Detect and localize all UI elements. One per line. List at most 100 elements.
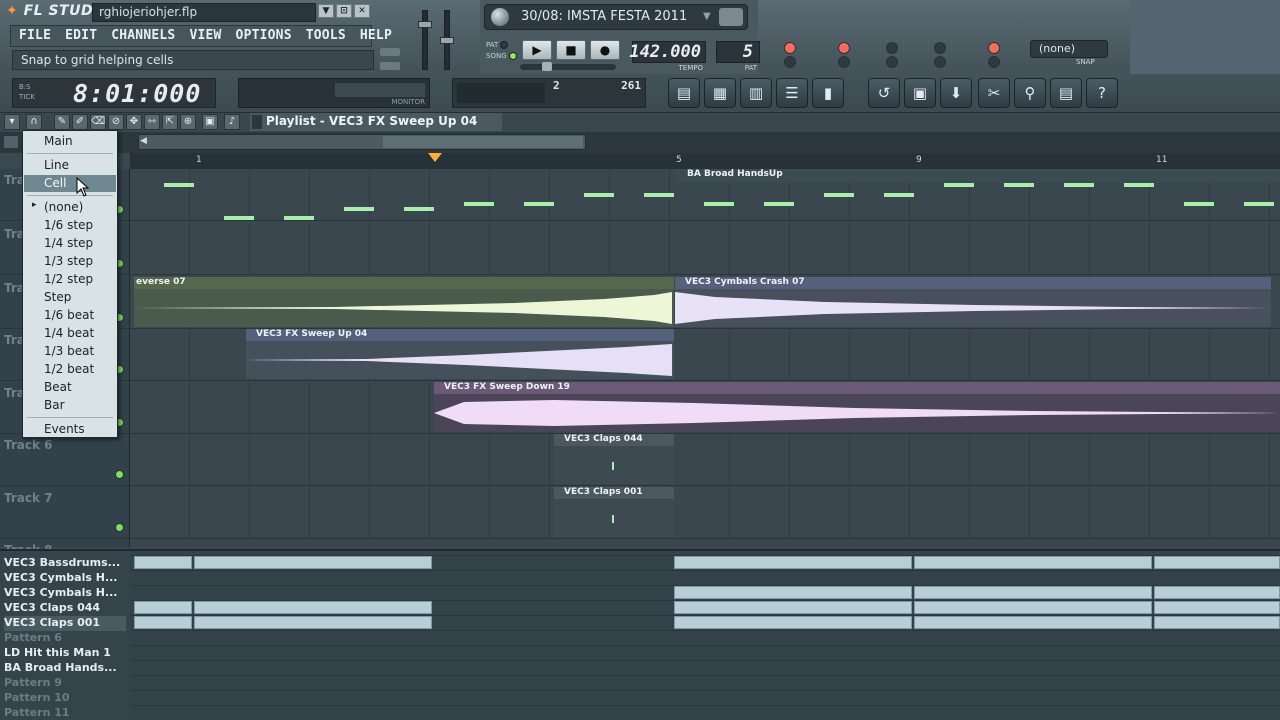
playhead-marker[interactable] [428,153,442,162]
menu-channels[interactable]: CHANNELS [103,26,181,46]
info-icon[interactable]: ▤ [1050,78,1082,108]
close-button[interactable]: ✕ [354,4,370,18]
pattern-block[interactable] [914,556,1152,569]
snap-selector[interactable]: (none) [1030,40,1108,58]
master-pitch-slider[interactable] [440,10,454,70]
pat-song-switch[interactable]: PAT SONG [486,40,517,62]
pattern-block[interactable] [1154,616,1280,629]
pattern-name[interactable]: VEC3 Claps 044 [4,601,100,616]
mixer-icon[interactable]: ▮ [812,78,844,108]
select-icon[interactable]: ⇱ [162,114,178,130]
option-led-6[interactable] [784,56,796,68]
pattern-block[interactable] [1154,556,1280,569]
pattern-block[interactable] [674,601,912,614]
menu-item-line[interactable]: Line [24,157,116,174]
note[interactable] [224,216,254,220]
pattern-number-display[interactable]: 5 PAT [716,41,760,72]
note[interactable] [164,183,194,187]
pattern-block[interactable] [914,586,1152,599]
track-header[interactable]: Track 7 [0,487,130,539]
menu-item-1-4-beat[interactable]: 1/4 beat [24,325,116,342]
track-lane[interactable] [130,487,1280,539]
volume-knob[interactable] [418,21,432,28]
menu-item-none[interactable]: ▸ (none) [24,199,116,216]
note[interactable] [1064,183,1094,187]
track-header[interactable]: Track 6 [0,434,130,486]
pattern-block[interactable] [914,616,1152,629]
song-position-clock[interactable]: B:S TICK 8:01:000 [12,78,216,108]
save-project-icon[interactable]: ▣ [904,78,936,108]
note[interactable] [944,183,974,187]
note[interactable] [824,193,854,197]
pattern-clip-claps-001[interactable]: VEC3 Claps 001 [554,487,674,537]
menu-file[interactable]: FILE [11,26,57,46]
pattern-block[interactable] [914,601,1152,614]
audio-clip-sweep-up[interactable]: VEC3 FX Sweep Up 04 [246,329,674,379]
note[interactable] [764,202,794,206]
note[interactable] [1244,202,1274,206]
menu-item-1-2-beat[interactable]: 1/2 beat [24,361,116,378]
track-lane[interactable] [130,223,1280,275]
menu-item-cell[interactable]: Cell [24,175,116,192]
help-icon[interactable]: ? [1086,78,1118,108]
pattern-name[interactable]: LD Hit this Man 1 [4,646,111,661]
note[interactable] [344,207,374,211]
master-volume-slider[interactable] [418,10,432,70]
pattern-block[interactable] [674,556,912,569]
record-button[interactable]: ● [590,40,620,60]
audio-clip-cymbals[interactable]: VEC3 Cymbals Crash 07 [675,277,1271,327]
pattern-name[interactable]: VEC3 Claps 001 [4,616,126,631]
pattern-block[interactable] [1154,601,1280,614]
horizontal-scrollbar[interactable] [138,134,586,150]
position-slider[interactable] [520,62,616,71]
playlist-icon[interactable]: ▤ [668,78,700,108]
pattern-block[interactable] [134,601,192,614]
position-knob[interactable] [542,62,552,71]
pitch-knob[interactable] [440,37,454,44]
menu-item-step[interactable]: Step [24,289,116,306]
mini-button-2[interactable] [380,62,400,70]
note[interactable] [584,193,614,197]
pattern-block[interactable] [1154,586,1280,599]
step-sequencer-icon[interactable]: ▦ [704,78,736,108]
track-lane[interactable] [130,434,1280,486]
pattern-block[interactable] [194,601,432,614]
track-mute-led[interactable] [115,523,124,532]
speaker-icon[interactable]: ♪ [224,114,240,130]
pattern-grid[interactable] [130,551,1280,720]
playlist-options-icon[interactable]: ▾ [4,114,20,130]
brush-icon[interactable]: ✐ [72,114,88,130]
audio-clip-reverse[interactable]: everse 07 [134,277,674,327]
pattern-name[interactable]: VEC3 Cymbals H... [4,571,117,586]
play-button[interactable]: ▶ [522,40,552,60]
loop-record-led[interactable] [988,42,1000,54]
pat-led[interactable] [500,41,509,49]
delete-icon[interactable]: ⌫ [90,114,106,130]
pattern-name[interactable]: VEC3 Bassdrums... [4,556,120,571]
minimize-button[interactable]: ▼ [318,4,334,18]
pattern-block[interactable] [194,556,432,569]
render-icon[interactable]: ⬇ [940,78,972,108]
option-led-7[interactable] [838,56,850,68]
browser-icon[interactable]: ☰ [776,78,808,108]
pattern-name[interactable]: BA Broad Hands... [4,661,117,676]
mini-button[interactable] [380,48,400,56]
maximize-button[interactable]: ⊡ [336,4,352,18]
menu-item-1-3-step[interactable]: 1/3 step [24,253,116,270]
note[interactable] [464,202,494,206]
note[interactable] [524,202,554,206]
option-led-9[interactable] [934,56,946,68]
expand-icon[interactable] [4,136,18,148]
menu-edit[interactable]: EDIT [57,26,103,46]
pattern-block[interactable] [674,616,912,629]
pattern-name[interactable]: Pattern 6 [4,631,62,646]
piano-roll-icon[interactable]: ▥ [740,78,772,108]
note[interactable] [284,216,314,220]
menu-item-1-6-beat[interactable]: 1/6 beat [24,307,116,324]
slice-icon[interactable]: ⇿ [144,114,160,130]
pattern-block[interactable] [134,616,192,629]
pattern-block[interactable] [674,586,912,599]
step-edit-led[interactable] [886,42,898,54]
scroll-left-icon[interactable]: ◀ [140,136,152,148]
menu-item-events[interactable]: Events [24,421,116,438]
